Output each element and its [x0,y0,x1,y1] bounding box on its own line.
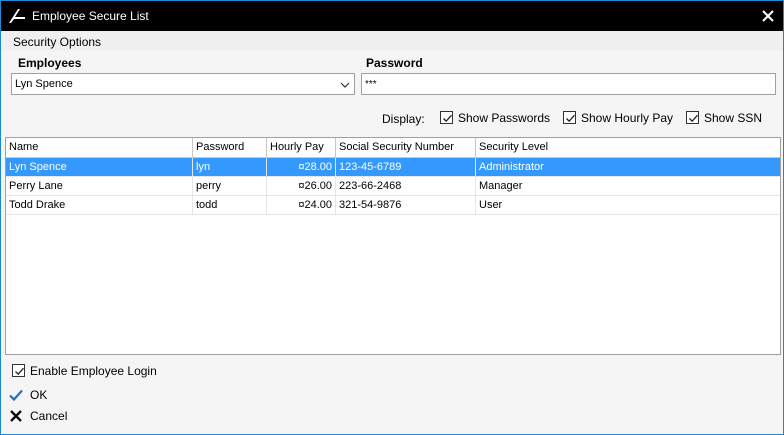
cell-hourly-pay: ¤24.00 [267,196,336,215]
cell-password: perry [193,177,267,196]
app-logo-icon [7,6,27,26]
window-title: Employee Secure List [32,9,149,23]
cell-ssn: 321-54-9876 [336,196,476,215]
cancel-button[interactable]: Cancel [9,408,79,426]
employee-secure-list-window: Employee Secure List Security Options Em… [0,0,784,435]
ok-button[interactable]: OK [9,387,69,405]
cell-security-level: Manager [479,180,523,192]
cell-password: todd [193,196,267,215]
checkmark-icon [566,114,575,123]
show-hourly-pay-checkbox[interactable]: Show Hourly Pay [563,110,673,126]
checkbox-box[interactable] [686,111,699,124]
cell-name: Todd Drake [6,196,193,215]
checkmark-icon [9,389,23,402]
cell-password: lyn [193,158,267,177]
checkbox-box[interactable] [12,364,25,377]
cell-hourly-pay: ¤28.00 [267,158,336,177]
chevron-down-icon [340,82,350,88]
cell-security-level: Administrator [479,161,544,173]
show-ssn-label: Show SSN [704,111,763,125]
employee-table: Name Password Hourly Pay Social Security… [5,137,781,355]
column-header-ssn[interactable]: Social Security Number [336,138,476,157]
table-row[interactable]: Perry Lane perry ¤26.00 223-66-2468 Mana… [6,177,780,196]
show-hourly-pay-label: Show Hourly Pay [581,111,674,125]
employees-label: Employees [18,56,82,70]
show-passwords-checkbox[interactable]: Show Passwords [440,110,550,126]
checkmark-icon [689,114,698,123]
column-header-hourly-pay[interactable]: Hourly Pay [267,138,336,157]
display-label: Display: [382,112,425,126]
close-icon [762,10,774,22]
cell-ssn: 123-45-6789 [336,158,476,177]
column-header-security-level[interactable]: Security Level [476,138,780,157]
show-ssn-checkbox[interactable]: Show SSN [686,110,766,126]
menu-bar: Security Options [1,31,783,51]
title-bar[interactable]: Employee Secure List [1,1,783,31]
column-header-password[interactable]: Password [193,138,267,157]
password-label: Password [366,56,423,70]
checkbox-box[interactable] [563,111,576,124]
enable-employee-login-label: Enable Employee Login [30,364,157,378]
close-button[interactable] [753,1,783,31]
show-passwords-label: Show Passwords [458,111,551,125]
table-row[interactable]: Lyn Spence lyn ¤28.00 123-45-6789 Admini… [6,158,780,177]
ok-label: OK [30,388,48,402]
close-icon [10,410,22,422]
checkmark-icon [443,114,452,123]
employee-select-value: Lyn Spence [15,78,73,90]
cell-hourly-pay: ¤26.00 [267,177,336,196]
column-header-name[interactable]: Name [6,138,193,157]
checkmark-icon [15,367,24,376]
table-header: Name Password Hourly Pay Social Security… [6,138,780,158]
cell-security-level: User [479,199,503,211]
enable-employee-login-checkbox[interactable]: Enable Employee Login [12,363,172,379]
password-field[interactable] [361,73,776,95]
cell-name: Perry Lane [6,177,193,196]
employee-select[interactable]: Lyn Spence [11,73,355,95]
cell-name: Lyn Spence [6,158,193,177]
menu-security-options[interactable]: Security Options [13,35,101,49]
cancel-label: Cancel [30,409,68,423]
checkbox-box[interactable] [440,111,453,124]
table-row[interactable]: Todd Drake todd ¤24.00 321-54-9876 User [6,196,780,215]
dialog-body: Employees Password Lyn Spence Display: S… [1,51,783,434]
cell-ssn: 223-66-2468 [336,177,476,196]
